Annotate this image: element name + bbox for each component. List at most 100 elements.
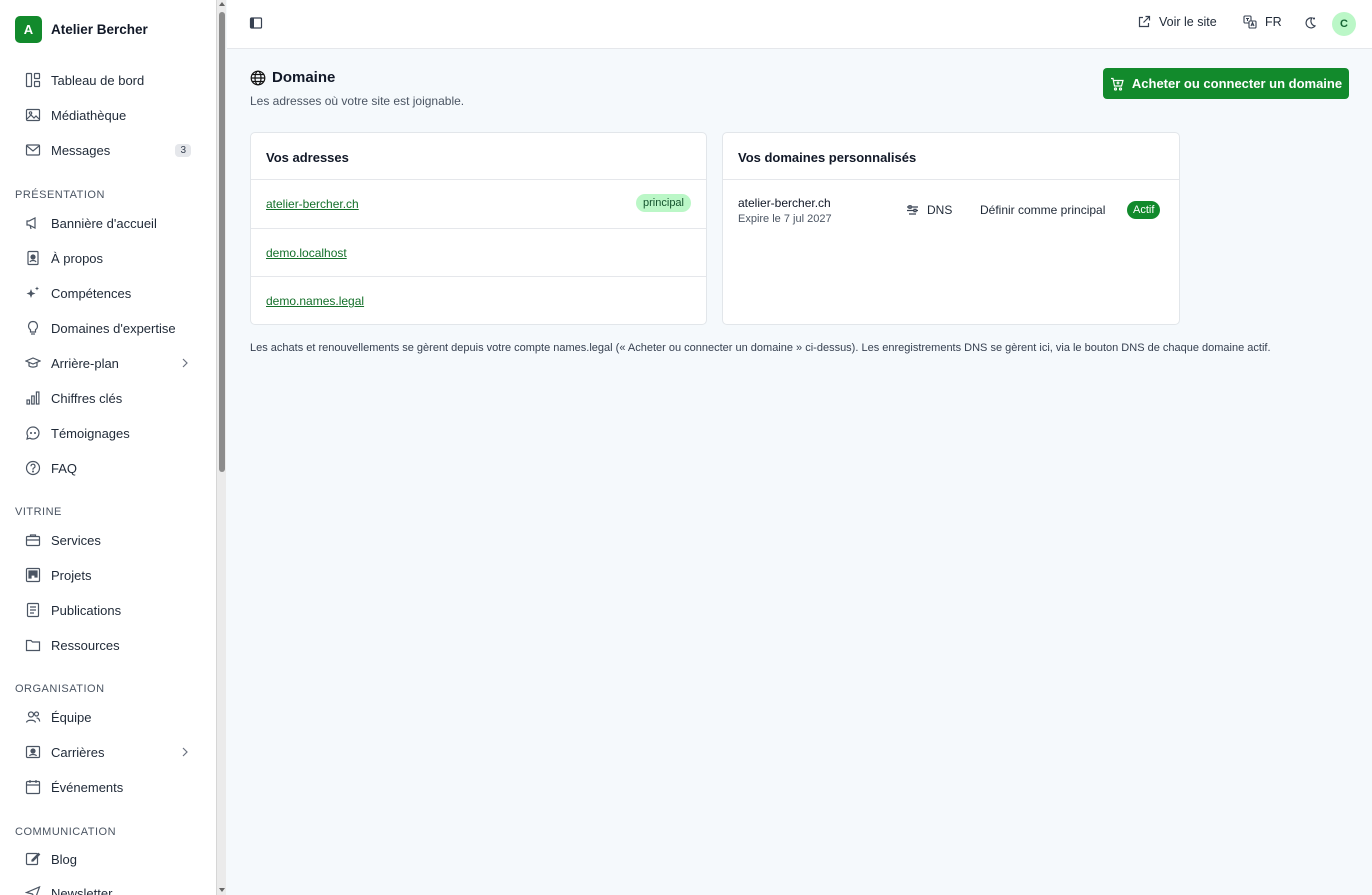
language-label: FR: [1265, 15, 1282, 29]
lightbulb-icon: [24, 319, 42, 337]
sidebar-item-publications[interactable]: Publications: [24, 596, 194, 624]
custom-domain-name: atelier-bercher.ch: [738, 196, 831, 210]
addresses-card-title: Vos adresses: [266, 150, 349, 165]
sidebar-item-faq[interactable]: FAQ: [24, 454, 194, 482]
help-circle-icon: [24, 459, 42, 477]
divider: [723, 179, 1179, 180]
external-link-icon: [1138, 15, 1151, 28]
sidebar-item-label: Bannière d'accueil: [51, 215, 157, 231]
set-primary-button[interactable]: Définir comme principal: [980, 203, 1105, 217]
dns-label: DNS: [927, 203, 953, 217]
divider: [251, 179, 706, 180]
edit-icon: [24, 850, 42, 868]
custom-domain-expiry: Expire le 7 jul 2027: [738, 213, 832, 225]
megaphone-icon: [24, 214, 42, 232]
translate-icon: [1243, 15, 1257, 29]
briefcase-icon: [24, 531, 42, 549]
mail-icon: [24, 141, 42, 159]
sidebar-item-label: Messages: [51, 142, 111, 158]
sidebar-item-projects[interactable]: Projets: [24, 561, 194, 589]
brand-logo: A: [15, 16, 42, 43]
sidebar-item-label: Services: [51, 532, 101, 548]
sidebar-item-label: Domaines d'expertise: [51, 320, 176, 336]
section-title: COMMUNICATION: [15, 826, 117, 838]
sidebar-toggle-icon[interactable]: [249, 16, 263, 30]
view-site-link[interactable]: Voir le site: [1137, 15, 1217, 29]
user-avatar[interactable]: C: [1332, 12, 1356, 36]
custom-domains-card-title: Vos domaines personnalisés: [738, 150, 917, 165]
sidebar-item-background[interactable]: Arrière-plan: [24, 349, 194, 377]
image-icon: [24, 106, 42, 124]
addresses-card: Vos adresses atelier-bercher.ch principa…: [250, 132, 707, 325]
sidebar-item-testimonials[interactable]: Témoignages: [24, 419, 194, 447]
sidebar-item-label: Newsletter: [51, 885, 113, 895]
dashboard-icon: [24, 71, 42, 89]
sidebar-item-label: Témoignages: [51, 425, 130, 441]
address-link[interactable]: demo.names.legal: [266, 294, 364, 308]
sidebar-item-newsletter[interactable]: Newsletter: [24, 879, 194, 895]
chevron-right-icon[interactable]: [179, 357, 191, 369]
sidebar-item-resources[interactable]: Ressources: [24, 631, 194, 659]
cta-label: Acheter ou connecter un domaine: [1131, 76, 1343, 91]
page-title: Domaine: [272, 69, 336, 86]
sidebar-item-label: Tableau de bord: [51, 72, 145, 88]
sidebar-item-services[interactable]: Services: [24, 526, 194, 554]
document-icon: [24, 601, 42, 619]
sidebar-item-label: Chiffres clés: [51, 390, 123, 406]
chevron-right-icon[interactable]: [179, 746, 191, 758]
sidebar-item-skills[interactable]: Compétences: [24, 279, 194, 307]
cart-icon: [1110, 77, 1124, 91]
globe-icon: [250, 70, 266, 85]
sidebar-item-expertise[interactable]: Domaines d'expertise: [24, 314, 194, 342]
sidebar-item-team[interactable]: Équipe: [24, 703, 194, 731]
users-icon: [24, 708, 42, 726]
topbar: Voir le site FR C: [227, 0, 1372, 49]
sidebar-item-label: Carrières: [51, 744, 105, 760]
address-link-primary[interactable]: atelier-bercher.ch: [266, 197, 359, 211]
brand[interactable]: A Atelier Bercher: [15, 16, 148, 43]
sidebar-item-label: Blog: [51, 851, 78, 867]
sidebar-item-about[interactable]: À propos: [24, 244, 194, 272]
address-link[interactable]: demo.localhost: [266, 246, 347, 260]
sidebar-item-careers[interactable]: Carrières: [24, 738, 194, 766]
scroll-thumb[interactable]: [219, 12, 225, 472]
scroll-down-arrow[interactable]: [219, 888, 225, 892]
sidebar-item-label: FAQ: [51, 460, 78, 476]
sidebar-item-blog[interactable]: Blog: [24, 845, 194, 873]
dns-button[interactable]: DNS: [906, 203, 952, 217]
sidebar: A Atelier Bercher Tableau de bord Médiat…: [0, 0, 216, 895]
message-count-badge: 3: [175, 143, 191, 157]
sidebar-item-messages[interactable]: Messages 3: [24, 136, 194, 164]
language-switcher[interactable]: FR: [1243, 15, 1282, 29]
divider: [251, 228, 706, 229]
sidebar-item-label: Projets: [51, 567, 92, 583]
sidebar-item-hero-banner[interactable]: Bannière d'accueil: [24, 209, 194, 237]
brand-name: Atelier Bercher: [51, 22, 148, 37]
sliders-icon: [907, 204, 918, 215]
bar-chart-icon: [24, 389, 42, 407]
buy-or-connect-domain-button[interactable]: Acheter ou connecter un domaine: [1103, 68, 1349, 99]
id-card-icon: [24, 249, 42, 267]
theme-toggle-icon[interactable]: [1303, 16, 1317, 30]
sidebar-item-label: Médiathèque: [51, 107, 127, 123]
quote-bubble-icon: [24, 424, 42, 442]
sidebar-item-media[interactable]: Médiathèque: [24, 101, 194, 129]
badge-icon: [24, 743, 42, 761]
section-title: ORGANISATION: [15, 683, 105, 695]
custom-domains-card: Vos domaines personnalisés atelier-berch…: [722, 132, 1180, 325]
sidebar-item-events[interactable]: Événements: [24, 773, 194, 801]
scroll-up-arrow[interactable]: [219, 2, 225, 6]
sidebar-item-label: Équipe: [51, 709, 92, 725]
sidebar-scrollbar[interactable]: [216, 0, 226, 895]
sidebar-item-label: Ressources: [51, 637, 120, 653]
sidebar-item-dashboard[interactable]: Tableau de bord: [24, 66, 194, 94]
sidebar-item-label: Événements: [51, 779, 124, 795]
kanban-icon: [24, 566, 42, 584]
primary-badge: principal: [636, 194, 691, 212]
sidebar-item-label: Publications: [51, 602, 122, 618]
sidebar-item-key-figures[interactable]: Chiffres clés: [24, 384, 194, 412]
footnote: Les achats et renouvellements se gèrent …: [250, 342, 1271, 354]
sparkles-icon: [24, 284, 42, 302]
calendar-icon: [24, 778, 42, 796]
status-badge: Actif: [1127, 201, 1161, 219]
